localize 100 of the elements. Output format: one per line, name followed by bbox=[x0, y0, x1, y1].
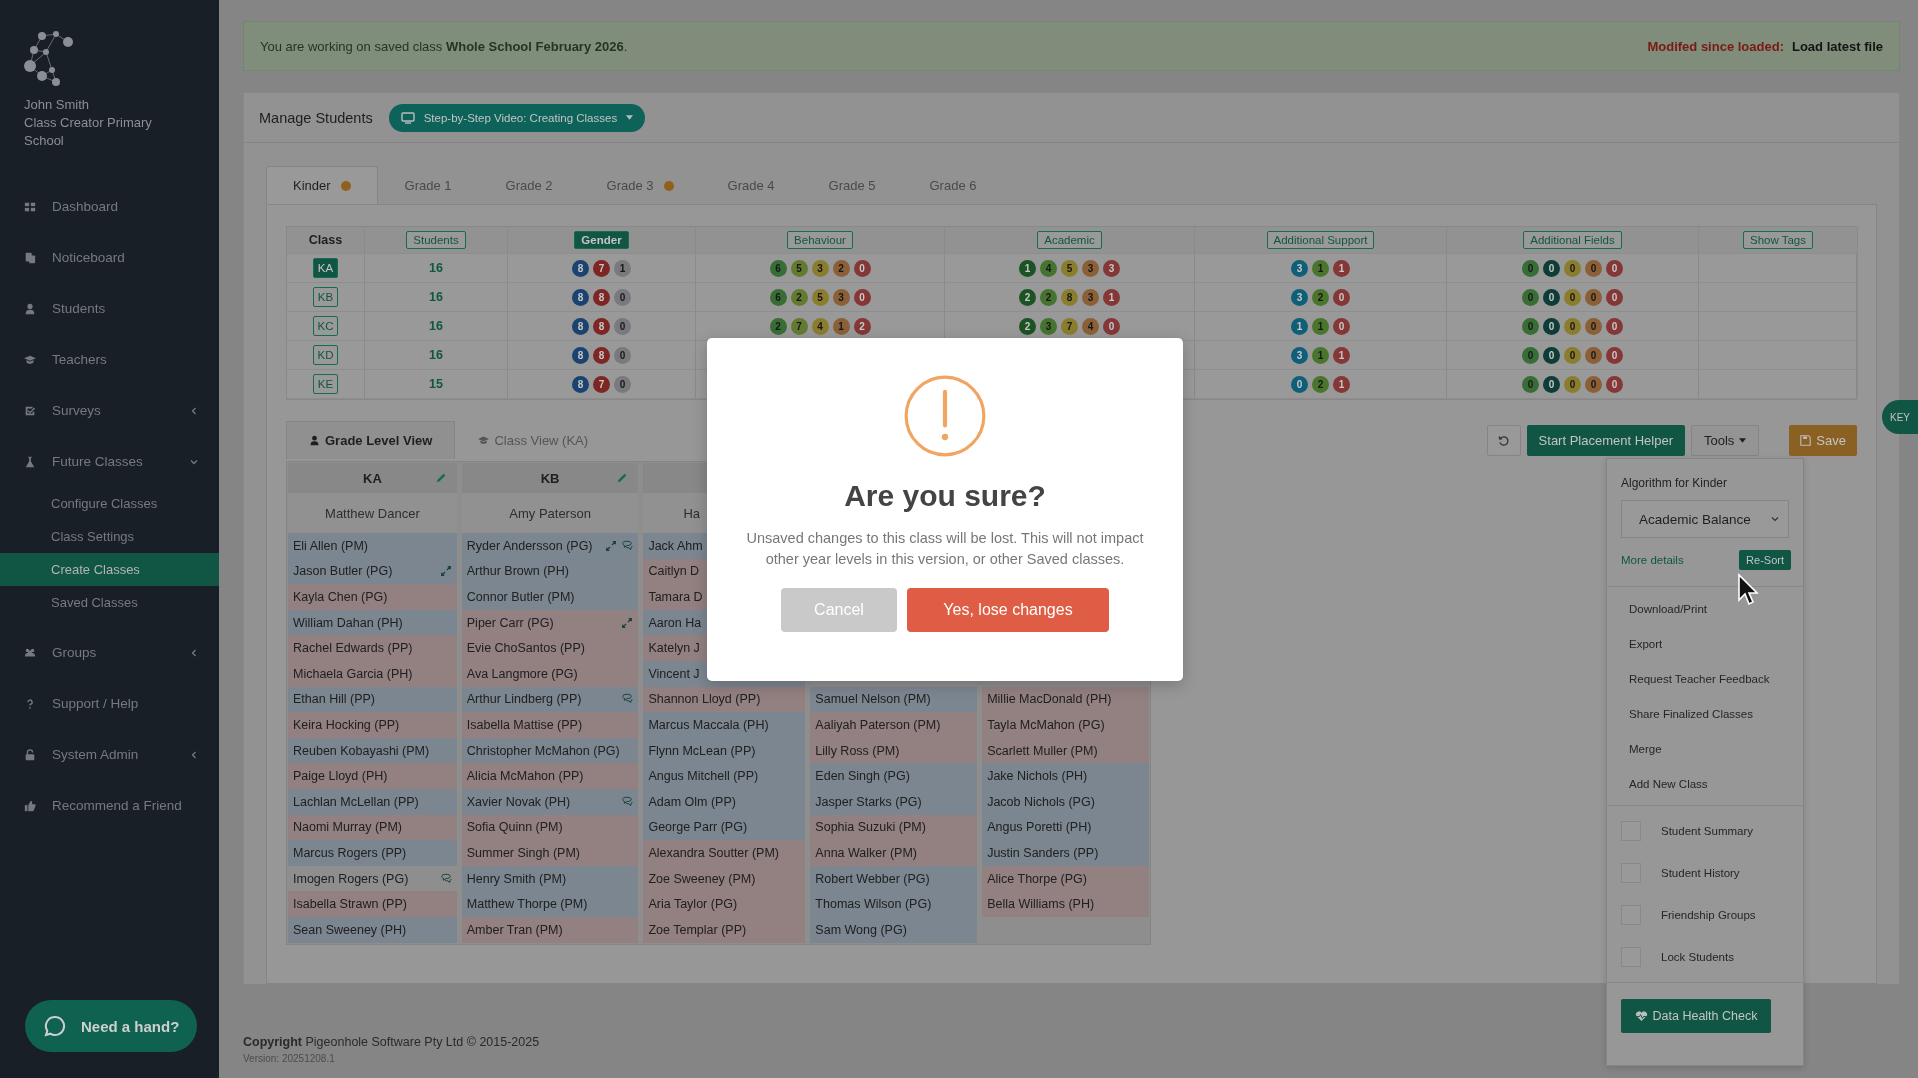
key-tab[interactable]: KEY bbox=[1882, 400, 1918, 434]
save-button[interactable]: Save bbox=[1789, 424, 1857, 456]
grade-tab[interactable]: Kinder bbox=[266, 166, 378, 204]
student-row[interactable]: Justin Sanders (PP) bbox=[982, 840, 1149, 866]
student-row[interactable]: Evie ChoSantos (PP) bbox=[461, 635, 639, 661]
data-health-button[interactable]: Data Health Check bbox=[1621, 999, 1771, 1033]
student-row[interactable]: Angus Mitchell (PP) bbox=[643, 763, 806, 789]
comment-icon[interactable] bbox=[621, 539, 634, 552]
arrows-icon[interactable] bbox=[605, 539, 618, 552]
re-sort-button[interactable]: Re-Sort bbox=[1739, 550, 1791, 570]
student-row[interactable]: Connor Butler (PM) bbox=[461, 584, 639, 610]
student-row[interactable]: Aaliyah Paterson (PM) bbox=[810, 712, 978, 738]
confirm-button[interactable]: Yes, lose changes bbox=[907, 588, 1109, 632]
nav-subitem[interactable]: Configure Classes bbox=[0, 487, 219, 520]
student-row[interactable]: Tayla McMahon (PG) bbox=[982, 712, 1149, 738]
column-toggle-button[interactable]: Gender bbox=[574, 231, 629, 249]
student-row[interactable]: Robert Webber (PG) bbox=[810, 865, 978, 892]
student-row[interactable]: Alice Thorpe (PG) bbox=[982, 865, 1149, 892]
nav-item[interactable]: Recommend a Friend bbox=[0, 780, 219, 831]
nav-subitem[interactable]: Class Settings bbox=[0, 520, 219, 553]
grade-tab[interactable]: Grade 4 bbox=[700, 166, 802, 204]
class-button[interactable]: KB bbox=[313, 287, 338, 307]
nav-item[interactable]: Groups bbox=[0, 627, 219, 678]
nav-item[interactable]: Dashboard bbox=[0, 181, 219, 232]
student-row[interactable]: Bella Williams (PH) bbox=[982, 891, 1149, 917]
student-row[interactable]: Alicia McMahon (PP) bbox=[461, 763, 639, 789]
nav-item[interactable]: Support / Help bbox=[0, 678, 219, 729]
student-row[interactable]: Jasper Starks (PG) bbox=[810, 788, 978, 815]
student-row[interactable]: Zoe Sweeney (PM) bbox=[643, 865, 806, 892]
student-row[interactable]: Jacob Nichols (PG) bbox=[982, 788, 1149, 815]
student-row[interactable]: Ethan Hill (PP) bbox=[288, 686, 457, 713]
student-row[interactable]: Michaela Garcia (PH) bbox=[288, 660, 457, 687]
arrows-icon[interactable] bbox=[439, 565, 452, 578]
student-row[interactable]: Christopher McMahon (PG) bbox=[461, 737, 639, 764]
student-row[interactable]: Ava Langmore (PG) bbox=[461, 660, 639, 687]
student-row[interactable]: Scarlett Muller (PM) bbox=[982, 737, 1149, 764]
load-latest-link[interactable]: Load latest file bbox=[1791, 38, 1883, 54]
student-row[interactable]: Isabella Strawn (PP) bbox=[288, 891, 457, 917]
student-row[interactable]: Thomas Wilson (PG) bbox=[810, 891, 978, 917]
class-button[interactable]: KE bbox=[313, 374, 338, 394]
comment-icon[interactable] bbox=[439, 872, 452, 885]
nav-item[interactable]: Teachers bbox=[0, 334, 219, 385]
comment-icon[interactable] bbox=[621, 795, 634, 808]
student-row[interactable]: Arthur Brown (PH) bbox=[461, 558, 639, 585]
grade-tab[interactable]: Grade 2 bbox=[478, 166, 580, 204]
student-row[interactable]: Angus Poretti (PH) bbox=[982, 814, 1149, 841]
student-row[interactable]: Sean Sweeney (PH) bbox=[288, 916, 457, 943]
student-row[interactable]: Marcus Maccala (PH) bbox=[643, 712, 806, 738]
menu-item[interactable]: Merge bbox=[1607, 731, 1803, 766]
student-row[interactable]: Zoe Templar (PP) bbox=[643, 916, 806, 943]
nav-item[interactable]: Surveys bbox=[0, 385, 219, 436]
student-row[interactable]: Millie MacDonald (PH) bbox=[982, 686, 1149, 713]
student-row[interactable]: Adam Olm (PP) bbox=[643, 788, 806, 815]
student-row[interactable]: Keira Hocking (PP) bbox=[288, 712, 457, 738]
student-row[interactable]: Flynn McLean (PP) bbox=[643, 737, 806, 764]
algorithm-select[interactable]: Academic Balance bbox=[1621, 500, 1789, 538]
student-row[interactable]: Aria Taylor (PG) bbox=[643, 891, 806, 917]
student-row[interactable]: Lachlan McLellan (PP) bbox=[288, 788, 457, 815]
student-row[interactable]: Alexandra Soutter (PM) bbox=[643, 840, 806, 866]
student-row[interactable]: Amber Tran (PM) bbox=[461, 916, 639, 943]
nav-item[interactable]: Noticeboard bbox=[0, 232, 219, 283]
grade-tab[interactable]: Grade 6 bbox=[902, 166, 1004, 204]
undo-button[interactable] bbox=[1486, 424, 1521, 456]
class-button[interactable]: KC bbox=[313, 316, 338, 336]
student-row[interactable]: Naomi Murray (PM) bbox=[288, 814, 457, 841]
nav-item[interactable]: Students bbox=[0, 283, 219, 334]
column-toggle-button[interactable]: Students bbox=[406, 231, 466, 249]
student-row[interactable]: Summer Singh (PM) bbox=[461, 840, 639, 866]
student-row[interactable]: William Dahan (PH) bbox=[288, 609, 457, 636]
help-chat-button[interactable]: Need a hand? bbox=[25, 1000, 197, 1052]
nav-item[interactable]: System Admin bbox=[0, 729, 219, 780]
student-row[interactable]: Paige Lloyd (PH) bbox=[288, 763, 457, 789]
student-row[interactable]: Eden Singh (PG) bbox=[810, 763, 978, 789]
view-tab[interactable]: Class View (KA) bbox=[455, 421, 612, 459]
menu-item[interactable]: Share Finalized Classes bbox=[1607, 696, 1803, 731]
student-row[interactable]: Kayla Chen (PG) bbox=[288, 584, 457, 610]
pencil-icon[interactable] bbox=[616, 472, 629, 484]
placement-helper-button[interactable]: Start Placement Helper bbox=[1526, 424, 1685, 456]
student-row[interactable]: Henry Smith (PM) bbox=[461, 865, 639, 892]
student-row[interactable]: Matthew Thorpe (PM) bbox=[461, 891, 639, 917]
nav-subitem[interactable]: Saved Classes bbox=[0, 586, 219, 619]
column-toggle-button[interactable]: Additional Fields bbox=[1523, 231, 1622, 249]
column-toggle-button[interactable]: Show Tags bbox=[1742, 231, 1813, 249]
grade-tab[interactable]: Grade 3 bbox=[579, 166, 701, 204]
student-row[interactable]: Marcus Rogers (PP) bbox=[288, 840, 457, 866]
student-row[interactable]: Shannon Lloyd (PP) bbox=[643, 686, 806, 713]
tools-button[interactable]: Tools bbox=[1691, 424, 1760, 456]
student-row[interactable]: Piper Carr (PG) bbox=[461, 609, 639, 636]
student-row[interactable]: Anna Walker (PM) bbox=[810, 840, 978, 866]
class-button[interactable]: KD bbox=[313, 345, 338, 365]
arrows-icon[interactable] bbox=[621, 616, 634, 629]
menu-item[interactable]: Add New Class bbox=[1607, 766, 1803, 801]
student-row[interactable]: Eli Allen (PM) bbox=[288, 533, 457, 559]
student-row[interactable]: Ryder Andersson (PG) bbox=[461, 533, 639, 559]
student-row[interactable]: Sophia Suzuki (PM) bbox=[810, 814, 978, 841]
grade-tab[interactable]: Grade 1 bbox=[377, 166, 479, 204]
column-toggle-button[interactable]: Academic bbox=[1037, 231, 1102, 249]
student-row[interactable]: Sam Wong (PG) bbox=[810, 916, 978, 943]
student-row[interactable]: Arthur Lindberg (PP) bbox=[461, 686, 639, 713]
student-row[interactable]: Jake Nichols (PH) bbox=[982, 763, 1149, 789]
